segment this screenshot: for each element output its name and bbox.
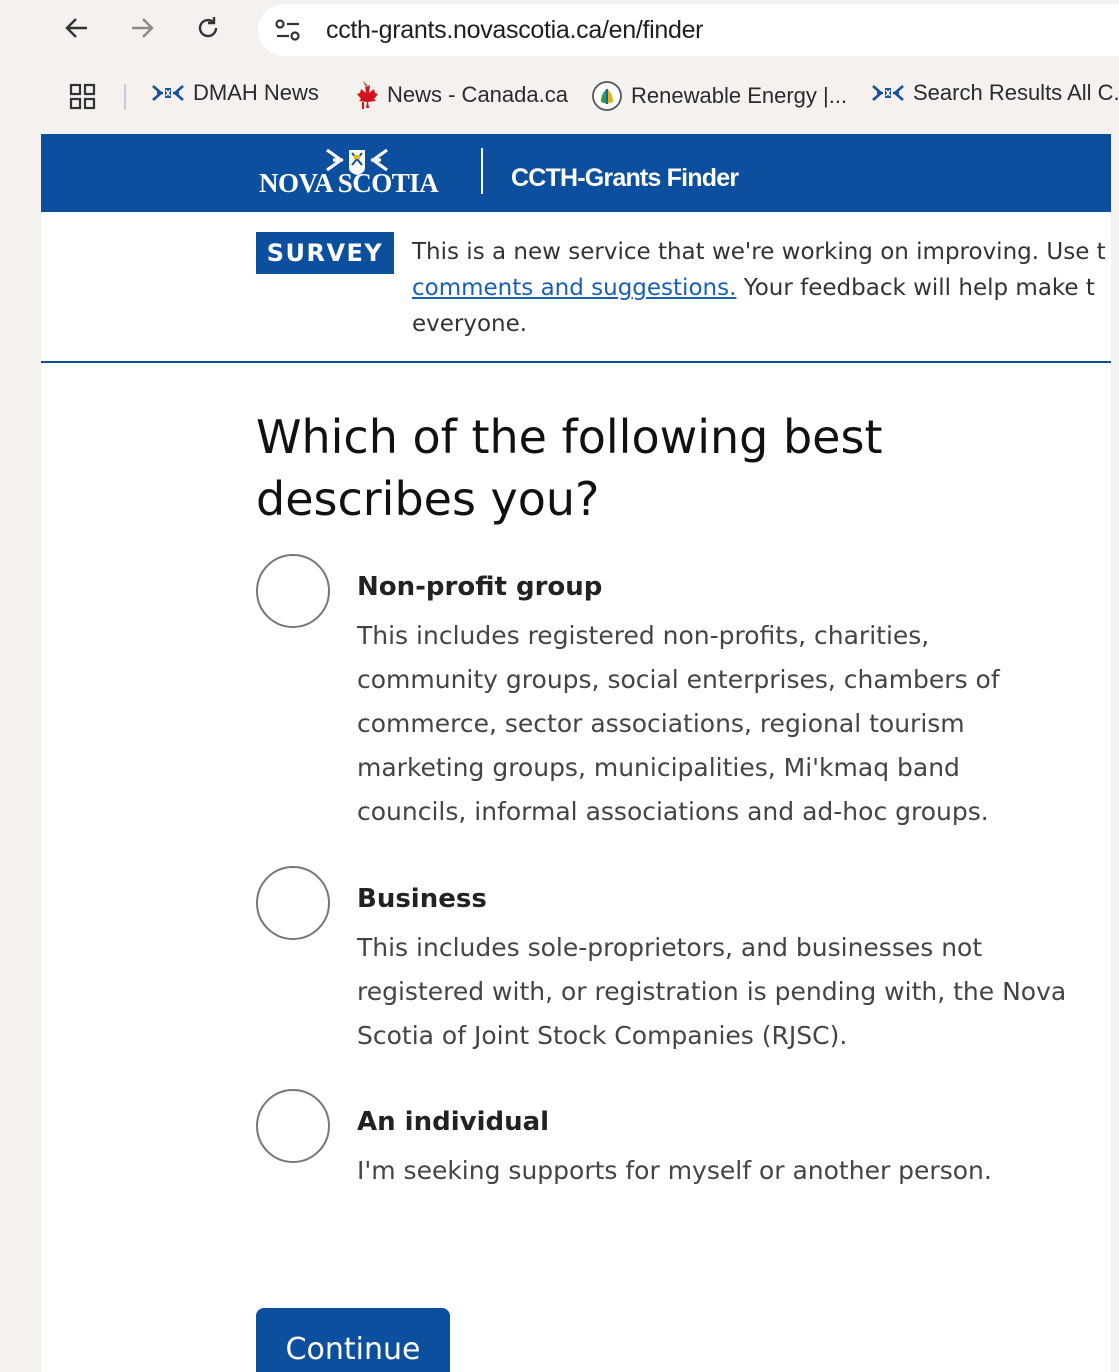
page-content: NOVA SCOTIA CCTH-Grants Finder SURVEY Th… <box>41 134 1111 1372</box>
address-bar[interactable]: ccth-grants.novascotia.ca/en/finder <box>258 4 1119 56</box>
bookmark-dmah-news[interactable]: DMAH News <box>151 80 319 106</box>
site-header: NOVA SCOTIA CCTH-Grants Finder <box>41 134 1111 212</box>
bookmark-news-canada[interactable]: News - Canada.ca <box>347 80 568 110</box>
maple-leaf-icon <box>347 80 379 110</box>
apps-grid-icon[interactable] <box>68 82 98 116</box>
browser-chrome: ccth-grants.novascotia.ca/en/finder DMAH… <box>0 0 1119 134</box>
back-button[interactable] <box>57 8 97 48</box>
reload-icon <box>198 17 218 38</box>
survey-line-1: This is a new service that we're working… <box>412 239 1106 265</box>
forward-button[interactable] <box>122 8 162 48</box>
nova-scotia-logo[interactable]: NOVA SCOTIA <box>257 142 457 206</box>
svg-text:NOVA SCOTIA: NOVA SCOTIA <box>259 168 439 198</box>
site-settings-icon[interactable] <box>264 6 312 54</box>
bookmark-label: News - Canada.ca <box>387 82 568 107</box>
survey-badge: SURVEY <box>256 232 394 274</box>
ns-flag-icon <box>151 82 185 104</box>
question-line-2: describes you? <box>256 472 600 526</box>
continue-button[interactable]: Continue <box>256 1308 450 1372</box>
renewable-energy-icon <box>591 80 623 112</box>
option-title[interactable]: An individual <box>357 1107 549 1137</box>
url-text[interactable]: ccth-grants.novascotia.ca/en/finder <box>326 16 704 45</box>
option-description: I'm seeking supports for myself or anoth… <box>357 1156 992 1185</box>
back-arrow-icon <box>65 18 87 38</box>
bookmark-label: Renewable Energy |... <box>631 83 848 108</box>
site-title[interactable]: CCTH-Grants Finder <box>511 164 739 193</box>
survey-line-2-text: Your feedback will help make t <box>736 275 1095 301</box>
ns-flag-icon <box>871 82 905 104</box>
option-description: This includes sole-proprietors, and busi… <box>357 933 1067 1050</box>
option-description: This includes registered non-profits, ch… <box>357 621 1000 826</box>
header-divider <box>481 148 483 194</box>
radio-business[interactable] <box>256 866 330 940</box>
survey-divider <box>41 361 1111 363</box>
survey-message: This is a new service that we're working… <box>412 234 1111 342</box>
radio-non-profit[interactable] <box>256 554 330 628</box>
survey-line-3: everyone. <box>412 311 528 337</box>
survey-line-2: comments and suggestions. Your feedback … <box>412 270 1111 306</box>
bookmark-renewable-energy[interactable]: Renewable Energy |... <box>591 80 847 112</box>
bookmark-label: DMAH News <box>193 80 319 105</box>
reload-button[interactable] <box>188 8 228 48</box>
bookmark-search-results[interactable]: Search Results All C... <box>871 80 1119 106</box>
option-title[interactable]: Non-profit group <box>357 572 602 602</box>
page-question: Which of the following best describes yo… <box>256 406 1056 530</box>
bookmark-separator <box>124 84 126 110</box>
radio-individual[interactable] <box>256 1089 330 1163</box>
feedback-link[interactable]: comments and suggestions. <box>412 275 736 301</box>
option-title[interactable]: Business <box>357 884 487 914</box>
question-line-1: Which of the following best <box>256 410 883 464</box>
forward-arrow-icon <box>132 18 154 38</box>
bookmark-label: Search Results All C... <box>913 80 1119 105</box>
